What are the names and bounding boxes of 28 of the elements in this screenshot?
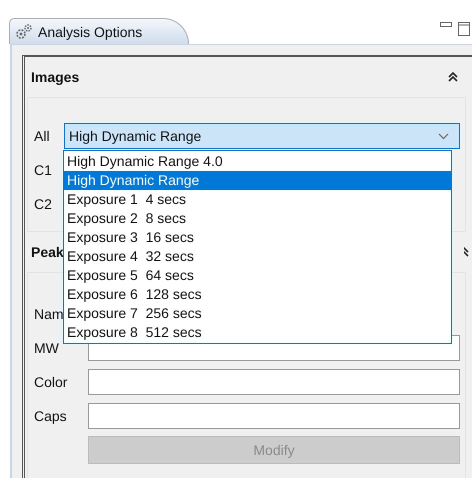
view-tab[interactable]: Analysis Options bbox=[9, 18, 189, 44]
dropdown-option[interactable]: High Dynamic Range bbox=[64, 171, 451, 190]
dropdown-option[interactable]: Exposure 2 8 secs bbox=[64, 209, 451, 228]
field-label: MW bbox=[34, 340, 60, 356]
dropdown-option[interactable]: Exposure 3 16 secs bbox=[64, 228, 451, 247]
input-field[interactable] bbox=[88, 369, 460, 395]
dropdown-option[interactable]: Exposure 7 256 secs bbox=[64, 304, 451, 323]
caret-icon bbox=[438, 132, 449, 140]
field-label: C1 bbox=[34, 162, 53, 178]
dropdown-option[interactable]: Exposure 6 128 secs bbox=[64, 285, 451, 304]
field-label: Color bbox=[34, 374, 68, 390]
dropdown-option[interactable]: Exposure 1 4 secs bbox=[64, 190, 451, 209]
field-label: C2 bbox=[34, 196, 53, 212]
section-title: Images bbox=[31, 69, 80, 85]
input-field[interactable] bbox=[88, 403, 460, 429]
dropdown[interactable]: High Dynamic Range bbox=[64, 123, 460, 149]
chevron-icon[interactable] bbox=[464, 247, 470, 257]
dropdown-option[interactable]: Exposure 8 512 secs bbox=[64, 323, 451, 342]
gears-icon bbox=[15, 24, 33, 40]
field-label: All bbox=[34, 128, 51, 144]
dropdown-option[interactable]: High Dynamic Range 4.0 bbox=[64, 152, 451, 171]
maximize-icon[interactable] bbox=[458, 22, 470, 36]
dropdown-option[interactable]: Exposure 5 64 secs bbox=[64, 266, 451, 285]
chevron-icon[interactable] bbox=[448, 72, 458, 82]
section-title: Peak bbox=[31, 244, 64, 260]
minimize-icon[interactable] bbox=[440, 22, 452, 28]
field-label: Caps bbox=[34, 408, 68, 424]
dropdown-option[interactable]: Exposure 4 32 secs bbox=[64, 247, 451, 266]
